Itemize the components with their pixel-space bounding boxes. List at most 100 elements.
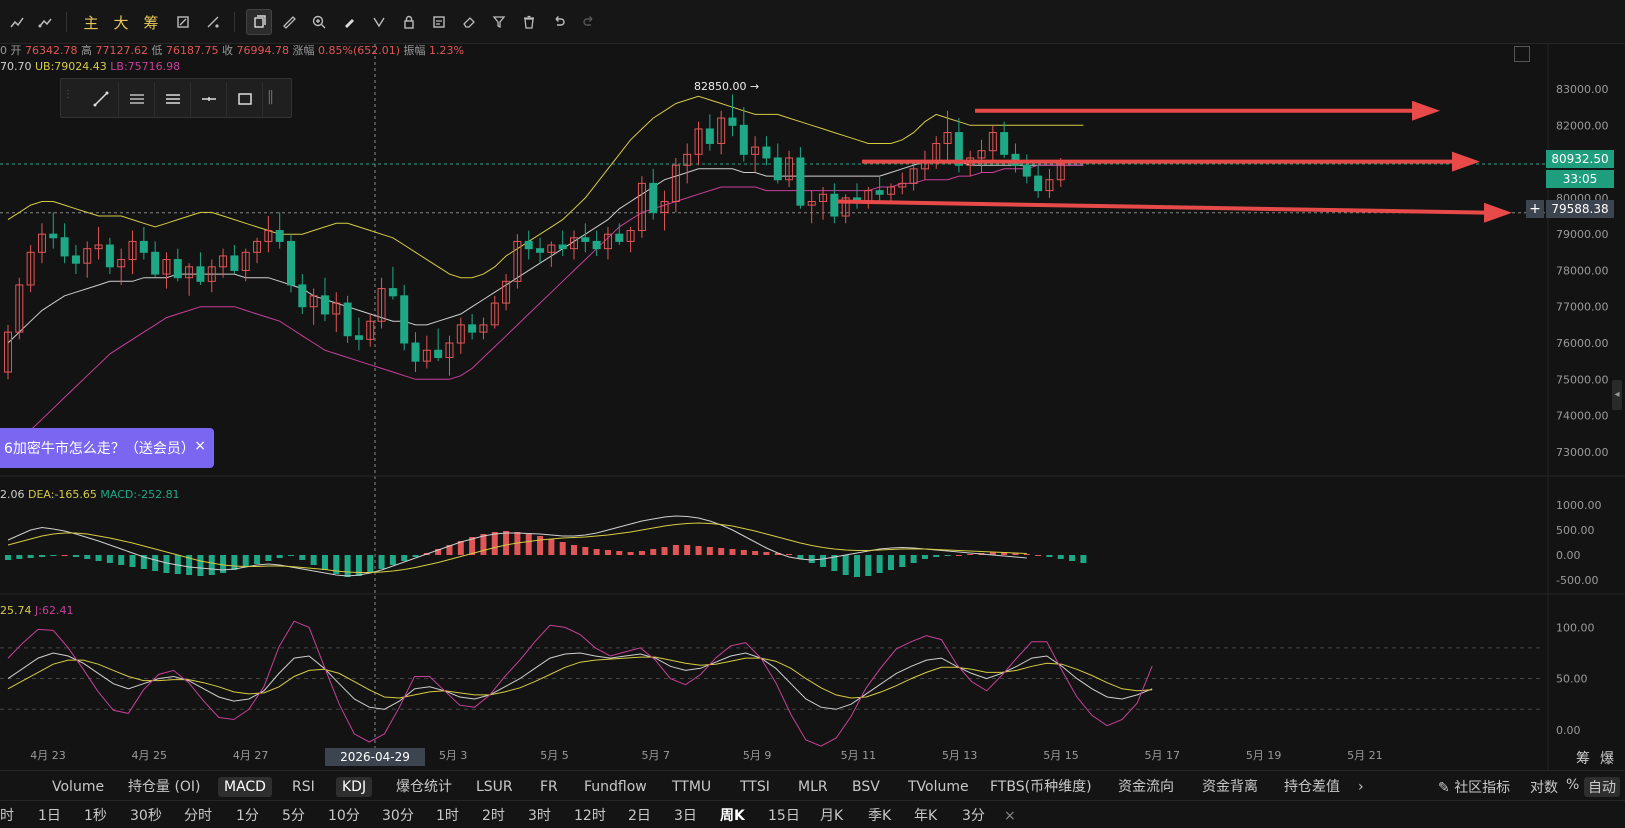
boll-mid-line bbox=[7, 161, 1084, 344]
candle-body bbox=[615, 233, 624, 242]
tf-1h[interactable]: 1时 bbox=[436, 806, 459, 826]
x-tick-label: 5月 3 bbox=[439, 749, 468, 762]
tf-time[interactable]: 时 bbox=[0, 806, 14, 826]
tab-volume[interactable]: Volume bbox=[46, 777, 110, 797]
promo-text: 6加密牛市怎么走？（送会员） bbox=[4, 441, 195, 457]
arrow-head bbox=[1452, 151, 1480, 172]
candle-body bbox=[343, 302, 352, 337]
macd-histogram-bar bbox=[16, 555, 23, 559]
candle-body bbox=[705, 128, 714, 144]
add-alert-icon[interactable]: + bbox=[1526, 200, 1544, 218]
macd-histogram-bar bbox=[163, 555, 170, 573]
close-icon[interactable]: × bbox=[194, 438, 206, 454]
candle-body bbox=[411, 342, 420, 362]
fullscreen-icon[interactable] bbox=[1514, 46, 1530, 62]
tab-fund-direction[interactable]: 资金流向 bbox=[1112, 777, 1180, 797]
tf-month[interactable]: 月K bbox=[820, 806, 843, 826]
tf-2d[interactable]: 2日 bbox=[628, 806, 651, 826]
macd-histogram-bar bbox=[865, 555, 872, 576]
tf-3d[interactable]: 3日 bbox=[674, 806, 697, 826]
tab-liquidation[interactable]: 爆仓统计 bbox=[390, 777, 458, 797]
tf-week[interactable]: 周K bbox=[720, 806, 745, 826]
tab-fund-divergence[interactable]: 资金背离 bbox=[1196, 777, 1264, 797]
tf-year[interactable]: 年K bbox=[914, 806, 937, 826]
community-indicator-button[interactable]: ✎ 社区指标 bbox=[1438, 777, 1510, 797]
tab-ftbs[interactable]: FTBS(币种维度) bbox=[984, 777, 1098, 797]
macd-histogram-bar bbox=[1057, 555, 1064, 559]
tab-rsi[interactable]: RSI bbox=[286, 777, 321, 797]
trend-line-icon[interactable] bbox=[83, 82, 119, 116]
tf-1m[interactable]: 1分 bbox=[236, 806, 259, 826]
tab-open-interest[interactable]: 持仓量 (OI) bbox=[122, 777, 207, 797]
tab-fr[interactable]: FR bbox=[534, 777, 564, 797]
tf-3h[interactable]: 3时 bbox=[528, 806, 551, 826]
macd-tick-label: 0.00 bbox=[1556, 549, 1581, 562]
tf-intraday[interactable]: 分时 bbox=[184, 806, 212, 826]
tab-bsv[interactable]: BSV bbox=[846, 777, 886, 797]
macd-histogram-bar bbox=[288, 555, 294, 556]
percent-scale-toggle[interactable]: % bbox=[1566, 777, 1579, 793]
y-tick-label: 79000.00 bbox=[1556, 228, 1609, 241]
parallel-channel-icon[interactable] bbox=[119, 82, 155, 116]
tf-3m[interactable]: 3分 bbox=[962, 806, 985, 826]
macd-value: MACD:-252.81 bbox=[100, 488, 180, 501]
kdj-k-line bbox=[7, 652, 1153, 710]
rectangle-icon[interactable] bbox=[227, 82, 263, 116]
log-scale-toggle[interactable]: 对数 bbox=[1530, 777, 1558, 797]
tf-15d[interactable]: 15日 bbox=[768, 806, 800, 826]
drag-handle-icon[interactable]: ⋮ bbox=[63, 89, 73, 109]
tab-oi-diff[interactable]: 持仓差值 bbox=[1278, 777, 1346, 797]
tabs-more-icon[interactable]: › bbox=[1352, 777, 1370, 797]
collapse-panel-icon[interactable]: ◂ bbox=[1612, 380, 1622, 410]
arrow-head bbox=[1412, 100, 1440, 121]
macd-histogram-bar bbox=[593, 549, 600, 555]
boll-lower-line bbox=[7, 164, 1084, 453]
crosshair-date-badge: 2026-04-29 08:00 bbox=[325, 748, 425, 782]
x-tick-label: 5月 9 bbox=[743, 749, 772, 762]
drag-handle-icon[interactable]: ‖ bbox=[267, 89, 274, 105]
horizontal-ray-icon[interactable] bbox=[191, 82, 227, 116]
tf-10m[interactable]: 10分 bbox=[328, 806, 360, 826]
tf-30s[interactable]: 30秒 bbox=[130, 806, 162, 826]
tf-2h[interactable]: 2时 bbox=[482, 806, 505, 826]
tab-ttmu[interactable]: TTMU bbox=[666, 777, 717, 797]
community-label: 社区指标 bbox=[1454, 780, 1511, 796]
tab-fundflow[interactable]: Fundflow bbox=[578, 777, 653, 797]
tf-5m[interactable]: 5分 bbox=[282, 806, 305, 826]
tf-1s[interactable]: 1秒 bbox=[84, 806, 107, 826]
crosshair-price-badge: 79588.38 bbox=[1546, 200, 1614, 218]
candle-body bbox=[354, 335, 363, 340]
auto-scale-toggle[interactable]: 自动 bbox=[1584, 777, 1620, 797]
macd-histogram-bar bbox=[276, 555, 283, 558]
promo-banner[interactable]: 6加密牛市怎么走？（送会员） × bbox=[0, 428, 214, 468]
tab-macd[interactable]: MACD bbox=[218, 777, 272, 797]
tf-1d[interactable]: 1日 bbox=[38, 806, 61, 826]
candle-body bbox=[105, 244, 114, 268]
macd-histogram-bar bbox=[389, 555, 396, 565]
candle-body bbox=[796, 157, 805, 206]
tf-quarter[interactable]: 季K bbox=[868, 806, 891, 826]
chip-distribution-label[interactable]: 筹 bbox=[1576, 748, 1590, 768]
macd-histogram-bar bbox=[661, 547, 668, 555]
tab-kdj[interactable]: KDJ bbox=[336, 777, 373, 797]
tab-tvolume[interactable]: TVolume bbox=[902, 777, 975, 797]
candle-body bbox=[762, 146, 771, 159]
candle-timer-badge: 33:05 bbox=[1546, 170, 1614, 188]
tab-ttsi[interactable]: TTSI bbox=[734, 777, 776, 797]
tab-lsur[interactable]: LSUR bbox=[470, 777, 519, 797]
macd-histogram-bar bbox=[152, 555, 159, 571]
x-tick-label: 5月 17 bbox=[1145, 749, 1181, 762]
macd-histogram-bar bbox=[854, 555, 860, 577]
horizontal-lines-icon[interactable] bbox=[155, 82, 191, 116]
kdj-d: 25.74 bbox=[0, 604, 32, 617]
tab-mlr[interactable]: MLR bbox=[792, 777, 834, 797]
tf-30m[interactable]: 30分 bbox=[382, 806, 414, 826]
candle-body bbox=[536, 248, 545, 253]
timeframe-close-icon[interactable]: × bbox=[1004, 806, 1016, 826]
candle-body bbox=[875, 190, 884, 195]
liquidation-label[interactable]: 爆 bbox=[1600, 748, 1614, 768]
macd-histogram-bar bbox=[38, 555, 45, 557]
kdj-tick-label: 0.00 bbox=[1556, 724, 1581, 737]
candle-body bbox=[581, 237, 590, 242]
tf-12h[interactable]: 12时 bbox=[574, 806, 606, 826]
